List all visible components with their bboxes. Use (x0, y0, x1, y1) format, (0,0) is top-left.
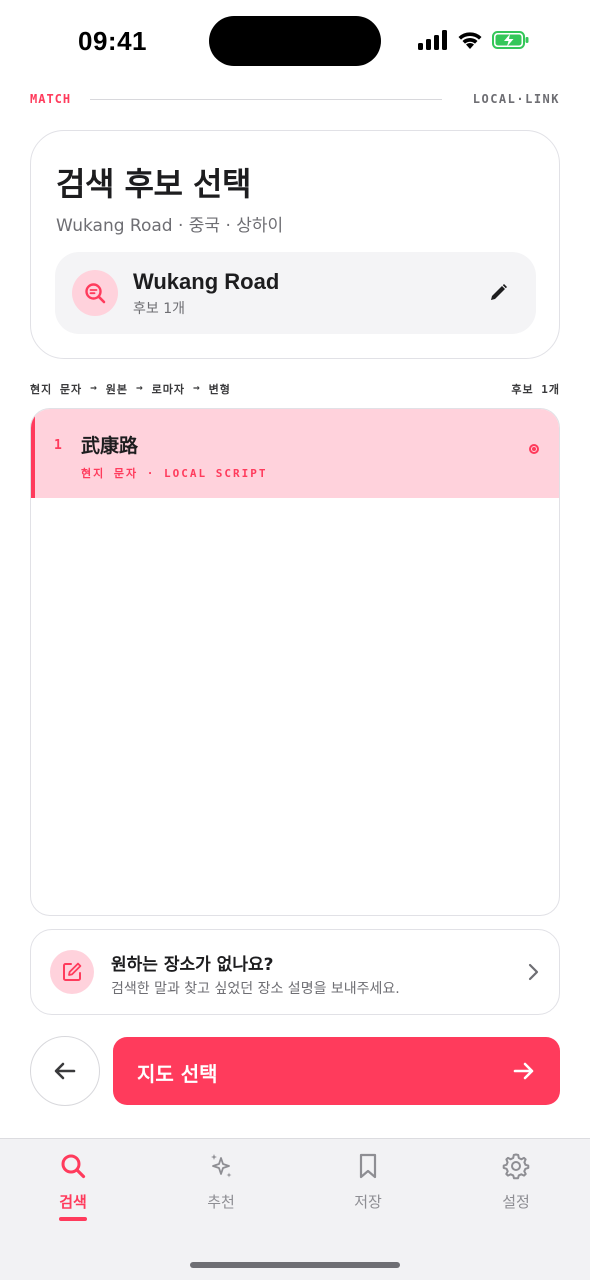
pipeline-step: 로마자 (151, 383, 185, 396)
query-text: Wukang Road (133, 269, 280, 294)
search-query-icon (72, 270, 118, 316)
pipeline-arrow: → (192, 381, 201, 394)
back-button[interactable] (30, 1036, 100, 1106)
home-indicator (190, 1262, 400, 1268)
brand-logo-text: LOCAL·LINK (472, 92, 560, 106)
battery-icon (492, 31, 529, 49)
active-tab-indicator (59, 1217, 87, 1221)
candidate-list: 1 武康路 현지 문자 · LOCAL SCRIPT (30, 408, 560, 916)
request-title: 원하는 장소가 없나요? (111, 955, 274, 975)
brand-divider (90, 99, 442, 100)
candidate-number: 1 (54, 438, 62, 453)
chevron-right-icon (523, 961, 543, 983)
pipeline-step: 변형 (208, 383, 231, 396)
page-subtitle: Wukang Road · 중국 · 상하이 (56, 216, 284, 236)
sparkle-icon (206, 1151, 236, 1181)
pipeline-arrow: → (90, 381, 98, 394)
tab-settings[interactable]: 설정 (471, 1151, 561, 1231)
tab-label: 추천 (207, 1193, 235, 1211)
bookmark-icon (353, 1151, 383, 1181)
arrow-left-icon (54, 1062, 76, 1080)
select-map-button[interactable]: 지도 선택 (113, 1037, 560, 1105)
pipeline-arrow: → (135, 381, 144, 394)
candidate-meta: 현지 문자 · LOCAL SCRIPT (81, 467, 268, 480)
select-map-label: 지도 선택 (137, 1062, 218, 1086)
tab-recommend[interactable]: 추천 (176, 1151, 266, 1231)
status-bar: 09:41 (0, 0, 590, 80)
tab-label: 저장 (354, 1193, 382, 1211)
candidate-count: 후보 1개 (511, 383, 560, 396)
candidate-item[interactable]: 1 武康路 현지 문자 · LOCAL SCRIPT (31, 409, 559, 498)
edit-query-button[interactable] (484, 279, 512, 307)
gear-icon (501, 1151, 531, 1181)
query-box[interactable]: Wukang Road 후보 1개 (55, 252, 536, 334)
status-icons (418, 28, 530, 52)
wifi-icon (458, 32, 482, 49)
tab-saved[interactable]: 저장 (323, 1151, 413, 1231)
transliteration-pipeline: 현지 문자 → 원본 → 로마자 → 변형 (30, 381, 231, 397)
tab-label: 설정 (502, 1193, 530, 1211)
page-title: 검색 후보 선택 (56, 165, 251, 203)
tab-label: 검색 (59, 1193, 87, 1211)
brand-row: MATCH LOCAL·LINK (30, 92, 560, 108)
search-icon (58, 1151, 88, 1181)
pencil-icon (491, 284, 507, 300)
edit-note-icon (50, 950, 94, 994)
pipeline-step: 현지 문자 (30, 383, 83, 396)
pipeline-row: 현지 문자 → 원본 → 로마자 → 변형 후보 1개 (30, 381, 560, 397)
candidate-name: 武康路 (81, 435, 139, 457)
request-subtitle: 검색한 말과 찾고 싶었던 장소 설명을 보내주세요. (111, 981, 400, 997)
pipeline-step: 원본 (105, 383, 128, 396)
search-summary-card: 검색 후보 선택 Wukang Road · 중국 · 상하이 Wukang R… (30, 130, 560, 359)
tab-bar: 검색 추천 저장 설정 (0, 1138, 590, 1280)
selected-radio-icon (529, 444, 539, 454)
query-candidate-count: 후보 1개 (133, 301, 185, 317)
brand-match-label: MATCH (30, 92, 72, 106)
dynamic-island (209, 16, 381, 66)
status-time: 09:41 (78, 26, 147, 56)
arrow-right-icon (513, 1062, 534, 1080)
request-place-card[interactable]: 원하는 장소가 없나요? 검색한 말과 찾고 싶었던 장소 설명을 보내주세요. (30, 929, 560, 1015)
signal-icon (418, 30, 447, 50)
